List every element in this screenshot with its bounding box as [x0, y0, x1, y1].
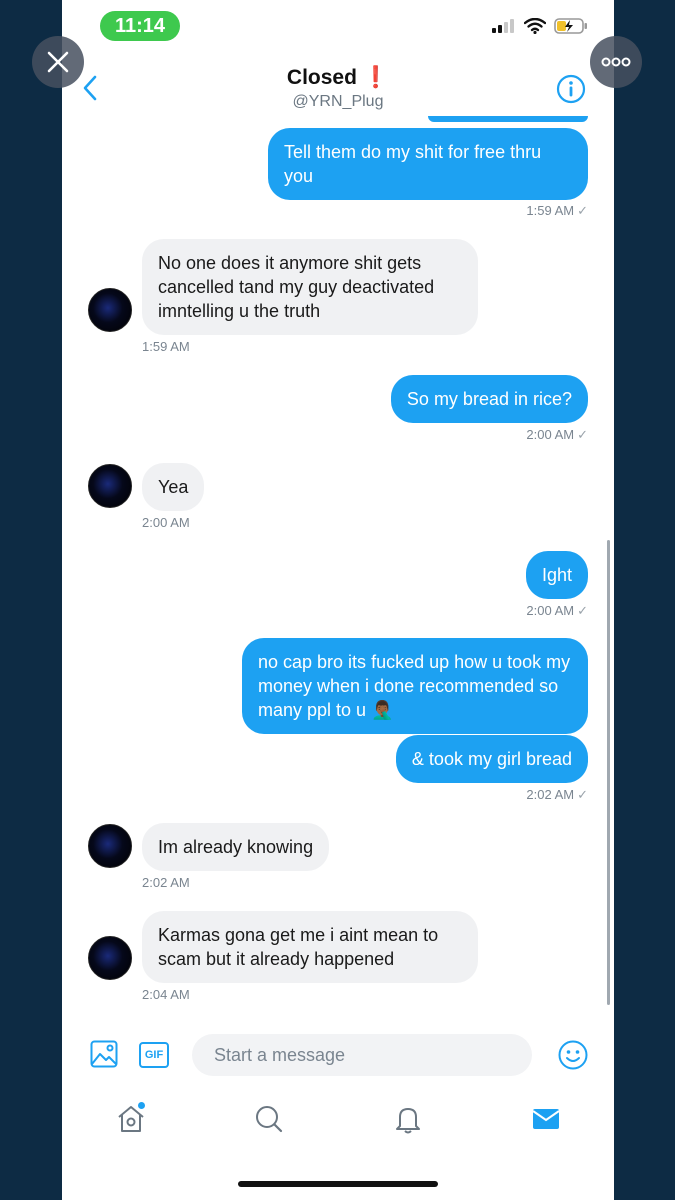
incoming-message[interactable]: Karmas gona get me i aint mean to scam b… [142, 911, 478, 983]
message-timestamp: 1:59 AM ✓ [526, 203, 588, 218]
image-icon [90, 1040, 118, 1068]
message-timestamp: 2:04 AM [142, 987, 190, 1002]
outgoing-message[interactable]: Tell them do my shit for free thru you [268, 128, 588, 200]
signal-icon [492, 19, 514, 33]
more-icon [601, 57, 631, 67]
gif-button[interactable]: GIF [139, 1042, 169, 1068]
home-indicator [238, 1181, 438, 1187]
info-button[interactable] [556, 74, 586, 109]
message-timestamp: 2:02 AM [142, 875, 190, 890]
status-icons [492, 18, 588, 34]
scrollbar[interactable] [607, 540, 610, 1005]
battery-charging-icon [554, 18, 587, 34]
message-timestamp: 2:00 AM ✓ [526, 427, 588, 442]
avatar[interactable] [88, 824, 132, 868]
search-icon [256, 1106, 283, 1133]
emoji-button[interactable] [558, 1040, 588, 1075]
bell-icon [396, 1108, 420, 1134]
add-photo-button[interactable] [90, 1040, 118, 1073]
status-time: 11:14 [100, 11, 180, 41]
tab-notifications[interactable] [393, 1104, 423, 1139]
more-options-button[interactable] [590, 36, 642, 88]
sent-check-icon: ✓ [577, 427, 588, 442]
message-timestamp: 2:00 AM ✓ [526, 603, 588, 618]
envelope-icon [532, 1109, 560, 1129]
tab-search[interactable] [254, 1104, 284, 1139]
avatar[interactable] [88, 288, 132, 332]
sent-check-icon: ✓ [577, 603, 588, 618]
wifi-icon [524, 18, 546, 34]
tab-home[interactable] [116, 1104, 146, 1139]
previous-message-bubble-edge [428, 116, 588, 122]
tab-messages[interactable] [531, 1104, 561, 1139]
outgoing-message[interactable]: Ight [525, 551, 588, 599]
avatar[interactable] [88, 936, 132, 980]
avatar[interactable] [88, 464, 132, 508]
title-text: Closed [286, 66, 357, 89]
dm-screen: 11:14 Closed ❗ @YRN_Plug Tell them do my … [62, 0, 614, 1200]
incoming-message[interactable]: No one does it anymore shit gets cancell… [142, 239, 478, 335]
home-notification-dot [138, 1102, 145, 1109]
conversation-handle: @YRN_Plug [292, 93, 384, 110]
outgoing-message[interactable]: no cap bro its fucked up how u took my m… [242, 638, 588, 734]
sent-check-icon: ✓ [577, 203, 588, 218]
sent-check-icon: ✓ [577, 787, 588, 802]
close-icon [47, 51, 69, 73]
message-timestamp: 2:00 AM [142, 515, 190, 530]
incoming-message[interactable]: Yea [142, 463, 205, 511]
incoming-message[interactable]: Im already knowing [142, 823, 330, 871]
outgoing-message[interactable]: & took my girl bread [395, 735, 588, 783]
outgoing-message[interactable]: So my bread in rice? [390, 375, 588, 423]
info-icon [556, 74, 586, 104]
message-timestamp: 2:02 AM ✓ [526, 787, 588, 802]
exclamation-emoji-icon: ❗ [362, 66, 390, 89]
conversation-title[interactable]: Closed ❗ [62, 66, 614, 90]
message-timestamp: 1:59 AM [142, 339, 190, 354]
smiley-icon [558, 1040, 588, 1070]
close-viewer-button[interactable] [32, 36, 84, 88]
message-input[interactable]: Start a message [192, 1034, 532, 1076]
